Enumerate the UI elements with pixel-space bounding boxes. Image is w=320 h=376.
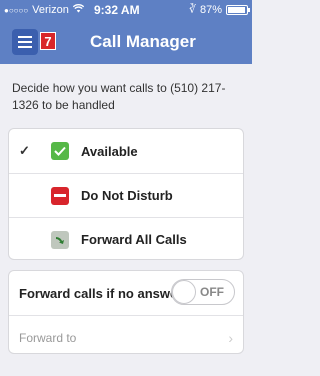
- carrier-label: Verizon: [32, 4, 69, 16]
- toggle-knob: [172, 280, 196, 304]
- notification-badge[interactable]: 7: [40, 32, 56, 50]
- forward-arrow-icon: [51, 230, 69, 249]
- chevron-right-icon: ›: [228, 329, 233, 346]
- toggle-state-text: OFF: [200, 285, 224, 299]
- clock: 9:32 AM: [94, 3, 140, 17]
- do-not-disturb-icon: [51, 186, 69, 205]
- option-label: Forward All Calls: [81, 232, 187, 247]
- option-forward-all-calls[interactable]: Forward All Calls: [9, 217, 243, 261]
- call-mode-group: ✓ Available Do Not Disturb Forward All C…: [8, 128, 244, 260]
- no-answer-label: Forward calls if no answer: [19, 285, 183, 301]
- checkmark-icon: ✓: [19, 143, 30, 158]
- forward-to-label: Forward to: [19, 330, 77, 345]
- signal-dots: ●○○○○: [4, 5, 29, 15]
- available-check-icon: [51, 142, 69, 160]
- option-label: Available: [81, 143, 138, 159]
- wifi-icon: [72, 4, 85, 16]
- description-text: Decide how you want calls to (510) 217-1…: [12, 81, 226, 112]
- nav-bar: 7 Call Manager: [0, 20, 252, 64]
- battery-percent: 87%: [199, 3, 222, 16]
- status-bar: ●○○○○ Verizon 9:32 AM ∛ 87%: [0, 0, 252, 20]
- no-answer-toggle[interactable]: OFF: [171, 279, 235, 305]
- menu-button[interactable]: [12, 29, 38, 55]
- option-do-not-disturb[interactable]: Do Not Disturb: [9, 173, 243, 217]
- option-available[interactable]: ✓ Available: [9, 129, 243, 173]
- forward-to-row[interactable]: Forward to ›: [9, 315, 243, 359]
- battery-icon: [226, 4, 250, 15]
- bluetooth-icon: ∛: [188, 4, 196, 16]
- page-title: Call Manager: [90, 32, 196, 51]
- option-label: Do Not Disturb: [81, 188, 173, 203]
- no-answer-group: Forward calls if no answer OFF Forward t…: [8, 270, 244, 354]
- no-answer-row: Forward calls if no answer OFF: [9, 271, 243, 315]
